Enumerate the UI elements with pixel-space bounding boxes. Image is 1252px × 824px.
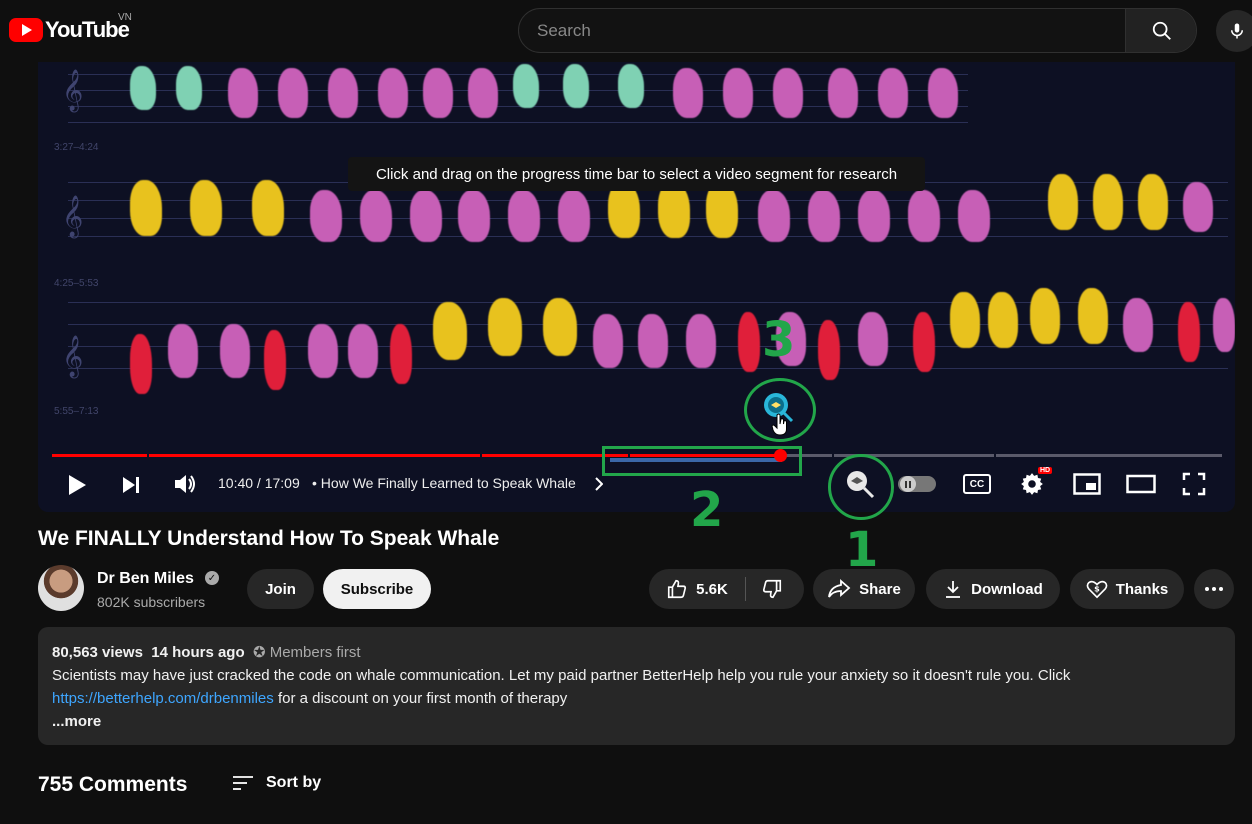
captions-button[interactable]: CC (963, 474, 991, 494)
miniplayer-icon (1073, 473, 1101, 495)
chapter-title[interactable]: • How We Finally Learned to Speak Whale (312, 475, 576, 491)
download-button[interactable]: Download (926, 569, 1060, 609)
more-actions-button[interactable] (1194, 569, 1234, 609)
like-button[interactable]: 5.6K (649, 569, 745, 609)
betterhelp-link[interactable]: https://betterhelp.com/drbenmiles (52, 690, 274, 707)
video-title: We FINALLY Understand How To Speak Whale (38, 527, 500, 550)
share-label: Share (859, 580, 901, 598)
share-button[interactable]: Share (813, 569, 915, 609)
members-first-badge: ✪ Members first (252, 644, 361, 661)
more-horizontal-icon (1205, 587, 1223, 591)
timecode-label: 4:25–5:53 (54, 278, 99, 289)
thumbs-up-icon (668, 579, 687, 599)
timecode-label: 3:27–4:24 (54, 142, 99, 153)
subscriber-count: 802K subscribers (97, 594, 206, 610)
search-button[interactable] (1125, 9, 1196, 52)
youtube-logo[interactable]: YouTube (9, 17, 130, 43)
download-label: Download (971, 580, 1043, 598)
theater-icon (1126, 474, 1156, 494)
hand-cursor-icon (770, 412, 790, 438)
like-dislike-group: 5.6K (649, 569, 804, 609)
annotation-number-3: 3 (762, 312, 796, 368)
annotation-circle-1 (828, 454, 894, 520)
settings-button[interactable]: HD (1018, 467, 1053, 498)
timecode-label: 5:55–7:13 (54, 406, 99, 417)
download-icon (946, 581, 961, 598)
join-button[interactable]: Join (247, 569, 314, 609)
pause-icon (900, 476, 916, 492)
search-box (518, 8, 1197, 53)
country-code: VN (118, 12, 132, 23)
sort-by-label: Sort by (266, 774, 322, 791)
skip-next-icon (123, 477, 139, 493)
fullscreen-icon (1182, 472, 1206, 496)
play-button[interactable] (66, 474, 88, 496)
heart-dollar-icon: $ (1086, 580, 1108, 599)
channel-name[interactable]: Dr Ben Miles (97, 570, 194, 588)
miniplayer-button[interactable] (1072, 472, 1102, 496)
sort-icon (233, 776, 253, 790)
description-text-cont: for a discount on your first month of th… (273, 690, 568, 707)
description-box[interactable]: 80,563 views 14 hours ago ✪ Members firs… (38, 627, 1235, 745)
video-player[interactable]: 𝄞 3:27–4:24 𝄞 4:25–5:53 𝄞 5:55–7:13 (38, 62, 1235, 512)
hd-badge: HD (1038, 467, 1053, 474)
time-display: 10:40 / 17:09 (218, 475, 300, 491)
logo-text: YouTube (45, 17, 130, 42)
youtube-play-icon (9, 18, 43, 42)
dislike-button[interactable] (747, 569, 804, 609)
svg-text:$: $ (1094, 584, 1100, 594)
research-tooltip: Click and drag on the progress time bar … (348, 157, 925, 191)
top-bar: YouTube VN (0, 0, 1252, 62)
annotation-box-2 (602, 446, 802, 476)
sort-by-button[interactable]: Sort by (232, 774, 321, 792)
microphone-icon (1231, 23, 1243, 39)
comments-count: 755 Comments (38, 773, 188, 796)
description-text: Scientists may have just cracked the cod… (52, 667, 1071, 684)
thanks-button[interactable]: $ Thanks (1070, 569, 1184, 609)
voice-search-button[interactable] (1216, 10, 1252, 52)
verified-check-icon: ✓ (205, 571, 219, 585)
next-button[interactable] (120, 474, 142, 496)
like-count: 5.6K (696, 580, 728, 598)
gear-icon (1021, 473, 1043, 495)
chapter-chevron-icon[interactable] (593, 476, 605, 492)
upload-age: 14 hours ago (151, 644, 245, 661)
play-icon (69, 475, 86, 495)
volume-icon (175, 475, 195, 493)
search-icon (1152, 21, 1171, 40)
autoplay-toggle[interactable] (898, 476, 936, 492)
search-input[interactable] (519, 9, 1125, 52)
thumbs-down-icon (762, 579, 781, 599)
volume-button[interactable] (172, 472, 198, 496)
annotation-number-2: 2 (690, 482, 724, 538)
show-more-link[interactable]: ...more (52, 710, 1221, 733)
fullscreen-button[interactable] (1182, 472, 1206, 496)
channel-avatar[interactable] (38, 565, 84, 611)
share-arrow-icon (828, 579, 851, 598)
subscribe-button[interactable]: Subscribe (323, 569, 431, 609)
theater-mode-button[interactable] (1126, 474, 1156, 494)
thanks-label: Thanks (1115, 580, 1169, 598)
view-count: 80,563 views (52, 644, 143, 661)
